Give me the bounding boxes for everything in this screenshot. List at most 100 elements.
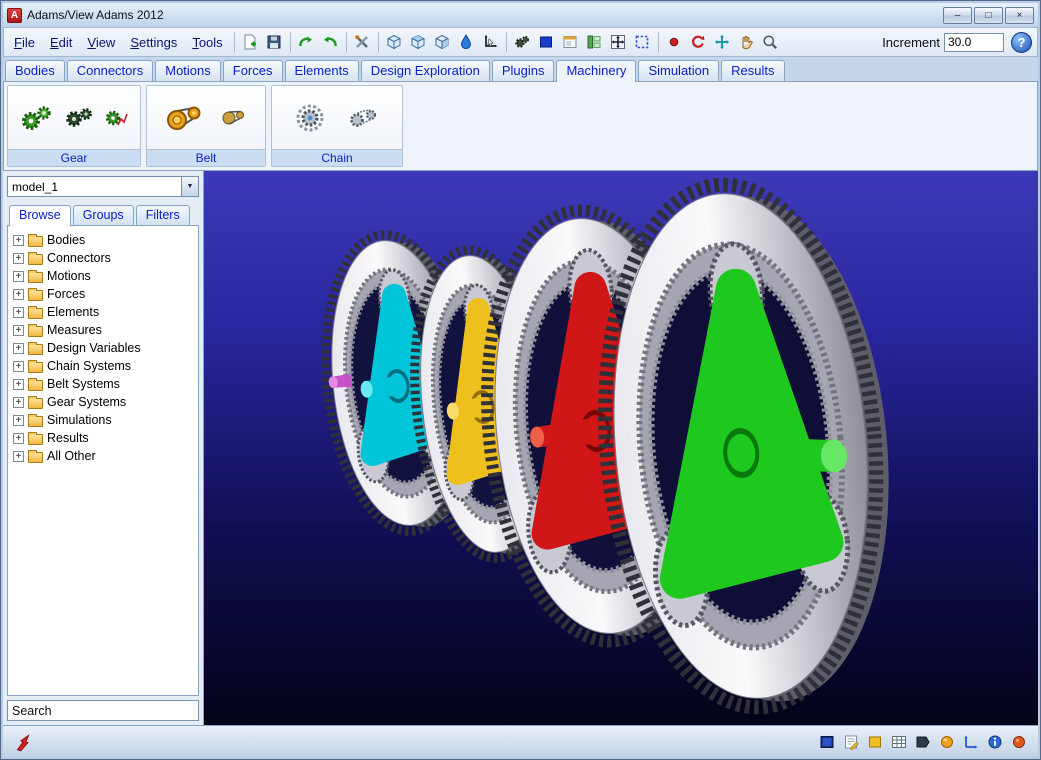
view-center-icon[interactable] (663, 31, 686, 54)
chain-sprocket-icon[interactable] (295, 103, 329, 133)
tree-item-chain-systems[interactable]: +Chain Systems (10, 357, 196, 375)
expand-icon[interactable]: + (13, 271, 24, 282)
expand-icon[interactable]: + (13, 397, 24, 408)
tab-simulation[interactable]: Simulation (638, 60, 719, 81)
save-icon[interactable] (263, 31, 286, 54)
expand-icon[interactable]: + (13, 343, 24, 354)
info-icon[interactable] (985, 732, 1004, 751)
search-input[interactable] (7, 700, 199, 721)
browser-tab-bar: Browse Groups Filters (7, 205, 199, 225)
working-grid-icon[interactable] (479, 31, 502, 54)
expand-icon[interactable]: + (13, 433, 24, 444)
expand-icon[interactable]: + (13, 451, 24, 462)
gear-group-label: Gear (8, 149, 140, 166)
tree-item-connectors[interactable]: +Connectors (10, 249, 196, 267)
selection-box-icon[interactable] (631, 31, 654, 54)
toolbox-icon[interactable] (351, 31, 374, 54)
tab-bodies[interactable]: Bodies (5, 60, 65, 81)
expand-icon[interactable]: + (13, 361, 24, 372)
display-settings-icon[interactable] (817, 732, 836, 751)
new-model-icon[interactable] (239, 31, 262, 54)
3d-viewport[interactable] (204, 171, 1038, 725)
model-selector[interactable]: model_1 ▼ (7, 176, 199, 197)
material-tag-icon[interactable] (913, 732, 932, 751)
tree-item-simulations[interactable]: +Simulations (10, 411, 196, 429)
gear-train-icon[interactable] (64, 106, 94, 130)
menu-tools[interactable]: Tools (185, 32, 229, 53)
edit-notes-icon[interactable] (841, 732, 860, 751)
gear-pair-icon[interactable] (20, 103, 54, 133)
tab-filters[interactable]: Filters (136, 205, 190, 225)
appearance-swatch-icon[interactable] (865, 732, 884, 751)
tab-machinery[interactable]: Machinery (556, 60, 636, 82)
render-sphere-icon[interactable] (937, 732, 956, 751)
render-shaded-icon[interactable] (455, 31, 478, 54)
gear-visibility-icon[interactable] (511, 31, 534, 54)
tree-item-forces[interactable]: +Forces (10, 285, 196, 303)
pan-hand-icon[interactable] (735, 31, 758, 54)
help-button[interactable]: ? (1011, 32, 1032, 53)
belt-small-icon[interactable] (221, 109, 245, 127)
tab-design-exploration[interactable]: Design Exploration (361, 60, 490, 81)
belt-pulleys-icon[interactable] (167, 103, 203, 133)
menu-settings[interactable]: Settings (123, 32, 184, 53)
expand-icon[interactable]: + (13, 415, 24, 426)
menu-edit[interactable]: Edit (43, 32, 79, 53)
color-swatch-icon[interactable] (535, 31, 558, 54)
view-axes-icon[interactable] (961, 732, 980, 751)
expand-icon[interactable]: + (13, 379, 24, 390)
expand-icon[interactable]: + (13, 235, 24, 246)
ribbon-group-gear: Gear (7, 85, 141, 167)
interrupt-flash-icon[interactable] (13, 732, 32, 751)
folder-icon (28, 272, 43, 283)
view-cube-corner-icon[interactable] (407, 31, 430, 54)
folder-icon (28, 416, 43, 427)
table-editor-icon[interactable] (889, 732, 908, 751)
title-bar[interactable]: A Adams/View Adams 2012 – □ × (3, 3, 1038, 27)
gear-analysis-icon[interactable] (104, 107, 128, 129)
folder-icon (28, 236, 43, 247)
expand-icon[interactable]: + (13, 253, 24, 264)
redo-icon[interactable] (295, 31, 318, 54)
expand-icon[interactable]: + (13, 289, 24, 300)
fit-view-icon[interactable] (607, 31, 630, 54)
rotate-view-icon[interactable] (687, 31, 710, 54)
tab-motions[interactable]: Motions (155, 60, 221, 81)
tab-plugins[interactable]: Plugins (492, 60, 555, 81)
view-cube-iso-icon[interactable] (431, 31, 454, 54)
tab-results[interactable]: Results (721, 60, 784, 81)
layout-panels-icon[interactable] (583, 31, 606, 54)
expand-icon[interactable]: + (13, 325, 24, 336)
view-cube-front-icon[interactable] (383, 31, 406, 54)
translate-view-icon[interactable] (711, 31, 734, 54)
tab-browse[interactable]: Browse (9, 205, 71, 226)
tab-elements[interactable]: Elements (285, 60, 359, 81)
tree-item-motions[interactable]: +Motions (10, 267, 196, 285)
tree-item-belt-systems[interactable]: +Belt Systems (10, 375, 196, 393)
tab-connectors[interactable]: Connectors (67, 60, 153, 81)
tree-item-elements[interactable]: +Elements (10, 303, 196, 321)
chain-group-icons (272, 86, 402, 149)
browser-panel-icon[interactable] (559, 31, 582, 54)
maximize-button[interactable]: □ (974, 7, 1003, 24)
tree-item-results[interactable]: +Results (10, 429, 196, 447)
expand-icon[interactable]: + (13, 307, 24, 318)
tab-forces[interactable]: Forces (223, 60, 283, 81)
tab-groups[interactable]: Groups (73, 205, 134, 225)
increment-input[interactable] (944, 33, 1004, 52)
menu-view[interactable]: View (80, 32, 122, 53)
undo-icon[interactable] (319, 31, 342, 54)
simulation-stop-icon[interactable] (1009, 732, 1028, 751)
gear-train-scene[interactable] (204, 171, 1038, 725)
tree-item-bodies[interactable]: +Bodies (10, 231, 196, 249)
chain-pair-icon[interactable] (349, 108, 379, 128)
tree-item-design-variables[interactable]: +Design Variables (10, 339, 196, 357)
tree-item-gear-systems[interactable]: +Gear Systems (10, 393, 196, 411)
menu-file[interactable]: File (7, 32, 42, 53)
dropdown-arrow-icon[interactable]: ▼ (181, 177, 198, 196)
tree-item-all-other[interactable]: +All Other (10, 447, 196, 465)
minimize-button[interactable]: – (943, 7, 972, 24)
close-button[interactable]: × (1005, 7, 1034, 24)
zoom-icon[interactable] (759, 31, 782, 54)
tree-item-measures[interactable]: +Measures (10, 321, 196, 339)
